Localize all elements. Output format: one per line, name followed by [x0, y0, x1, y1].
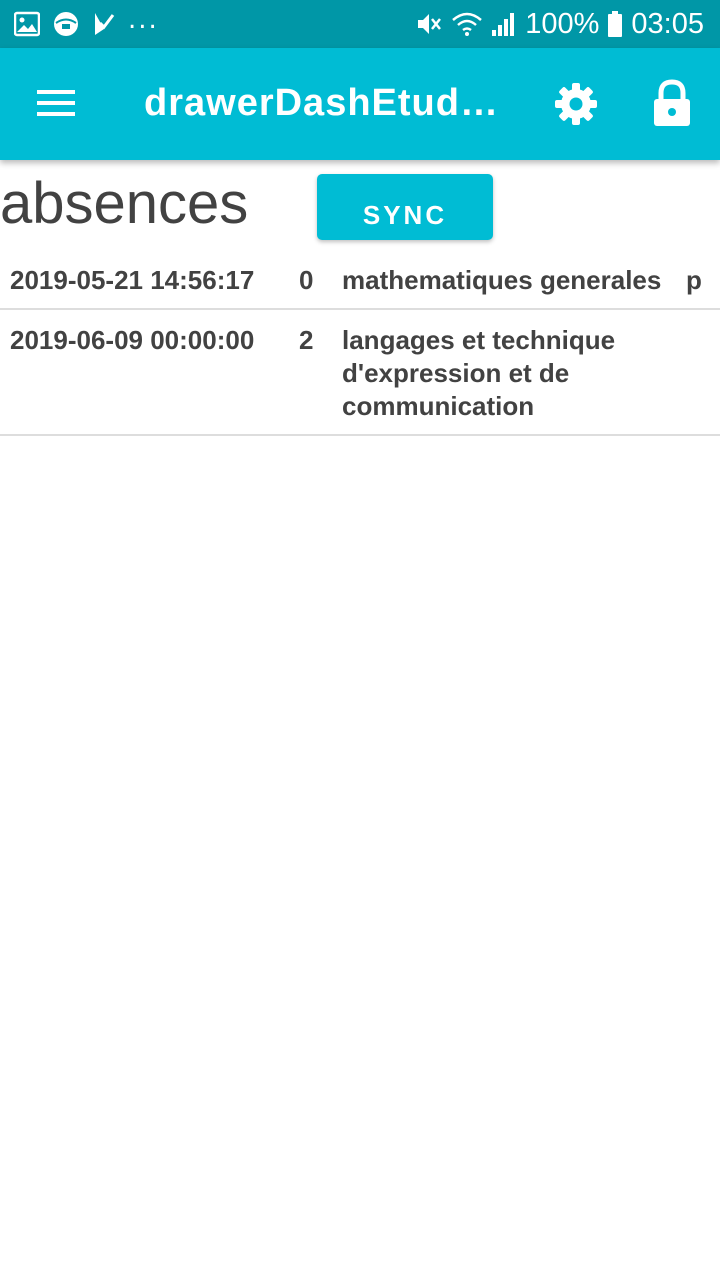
- app-bar: drawerDashEtudiant: [0, 48, 720, 160]
- absence-date: 2019-06-09 00:00:00: [10, 325, 255, 355]
- absence-subject: langages et technique d'expression et de…: [342, 325, 616, 421]
- notification-icons: ...: [14, 5, 159, 38]
- signal-icon: [492, 13, 515, 36]
- sync-button[interactable]: SYNC: [317, 174, 493, 240]
- settings-button[interactable]: [552, 80, 600, 128]
- gear-icon: [555, 83, 597, 125]
- wifi-icon: [452, 12, 483, 36]
- menu-icon: [37, 90, 75, 116]
- battery-percent: 100%: [525, 7, 600, 40]
- more-notifications: ...: [128, 5, 159, 35]
- absence-count: 0: [299, 265, 314, 295]
- absence-date: 2019-05-21 14:56:17: [10, 265, 255, 295]
- absence-extra: p: [686, 265, 702, 295]
- battery-icon: [608, 11, 623, 37]
- menu-button[interactable]: [34, 84, 78, 124]
- mute-icon: [418, 14, 442, 34]
- absence-subject: mathematiques generales: [342, 265, 662, 295]
- absences-table: 2019-05-21 14:56:17 0 mathematiques gene…: [0, 250, 720, 436]
- page-title: absences: [0, 171, 249, 236]
- table-row: 2019-05-21 14:56:17 0 mathematiques gene…: [0, 250, 720, 310]
- absence-count: 2: [299, 325, 314, 355]
- app-logo-icon: [54, 12, 78, 36]
- status-bar: ... 100% 03:05: [0, 0, 720, 48]
- table-row: 2019-06-09 00:00:00 2 langages et techni…: [0, 310, 720, 436]
- sync-button-label: SYNC: [362, 200, 448, 230]
- check-flag-icon: [95, 13, 115, 35]
- image-icon: [14, 11, 40, 37]
- lock-button[interactable]: [650, 78, 694, 128]
- clock: 03:05: [631, 7, 704, 40]
- system-icons: 100% 03:05: [407, 6, 704, 42]
- app-title: drawerDashEtudiant: [144, 82, 504, 124]
- lock-icon: [654, 79, 690, 126]
